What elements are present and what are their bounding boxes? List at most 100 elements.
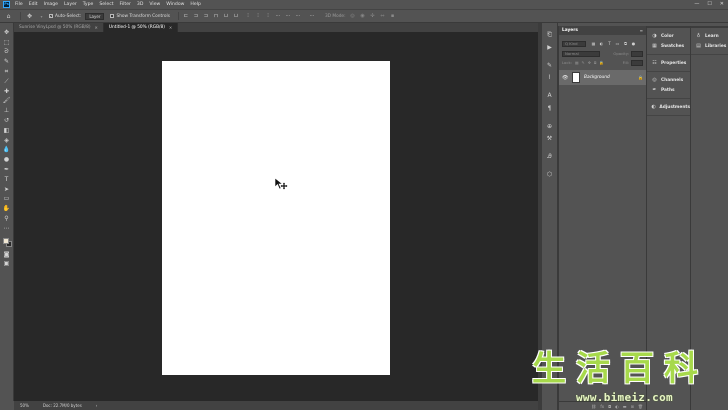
more-options-icon[interactable]: ···: [307, 13, 317, 19]
brush-settings-icon[interactable]: ✎: [545, 61, 554, 70]
canvas-workspace[interactable]: [14, 32, 538, 401]
lock-position-icon[interactable]: ✥: [588, 60, 591, 65]
chevron-down-icon[interactable]: ▾: [37, 12, 46, 21]
clone-stamp-tool-icon[interactable]: ⊥: [2, 106, 12, 116]
lasso-tool-icon[interactable]: ᘐ: [2, 48, 12, 58]
lock-artboard-icon[interactable]: ⧈: [594, 60, 596, 65]
menu-type[interactable]: Type: [83, 2, 94, 7]
pen-tool-icon[interactable]: ✒: [2, 165, 12, 175]
move-tool-preset-icon[interactable]: ✥: [25, 12, 34, 21]
foreground-color-swatch[interactable]: [2, 237, 9, 244]
align-left-icon[interactable]: ⊏: [183, 13, 189, 19]
lock-all-icon[interactable]: 🔒: [599, 60, 604, 65]
eraser-tool-icon[interactable]: ◧: [2, 126, 12, 136]
marquee-tool-icon[interactable]: ⬚: [2, 38, 12, 48]
align-vcenter-icon[interactable]: ⊔: [223, 13, 229, 19]
paint-bucket-tool-icon[interactable]: ◈: [2, 136, 12, 146]
menu-window[interactable]: Window: [166, 2, 184, 7]
healing-brush-tool-icon[interactable]: ✚: [2, 87, 12, 97]
close-icon[interactable]: ✕: [169, 25, 172, 30]
status-menu-arrow-icon[interactable]: ›: [96, 403, 98, 408]
dodge-tool-icon[interactable]: ●: [2, 155, 12, 165]
menu-layer[interactable]: Layer: [64, 2, 77, 7]
menu-filter[interactable]: Filter: [120, 2, 131, 7]
distribute-vcenter-icon[interactable]: ⫶: [255, 13, 261, 19]
properties-panel-button[interactable]: ☷ Properties: [647, 58, 690, 68]
tool-presets-icon[interactable]: ⚒: [545, 134, 554, 143]
menu-view[interactable]: View: [149, 2, 160, 7]
path-selection-tool-icon[interactable]: ➤: [2, 185, 12, 195]
screen-mode-icon[interactable]: ▣: [2, 260, 12, 270]
3d-panel-icon[interactable]: ⬡: [545, 170, 554, 179]
history-panel-icon[interactable]: ⎗: [545, 31, 554, 40]
maximize-button[interactable]: ☐: [707, 1, 711, 7]
eyedropper-tool-icon[interactable]: ⟋: [2, 77, 12, 87]
clone-source-icon[interactable]: ⊕: [545, 122, 554, 131]
swatches-panel-button[interactable]: ▦ Swatches: [647, 41, 690, 51]
layer-kind-filter[interactable]: Q Kind: [562, 40, 586, 47]
panel-menu-icon[interactable]: ≡: [640, 28, 643, 33]
close-icon[interactable]: ✕: [95, 25, 98, 30]
align-bottom-icon[interactable]: ⊔: [233, 13, 239, 19]
color-swatches[interactable]: [2, 236, 12, 248]
libraries-panel-button[interactable]: ▤ Libraries: [691, 41, 728, 51]
menu-file[interactable]: File: [15, 2, 23, 7]
brush-tool-icon[interactable]: 🖌: [2, 97, 12, 107]
character-panel-icon[interactable]: A: [545, 91, 554, 100]
adjustments-panel-button[interactable]: ◐ Adjustments: [647, 102, 691, 112]
distribute-left-icon[interactable]: ⋯: [275, 13, 281, 19]
document-canvas[interactable]: [162, 61, 390, 375]
minimize-button[interactable]: —: [694, 1, 699, 7]
menu-edit[interactable]: Edit: [29, 2, 38, 7]
distribute-right-icon[interactable]: ⋯: [295, 13, 301, 19]
blend-mode-dropdown[interactable]: Normal: [562, 50, 600, 57]
align-hcenter-icon[interactable]: ⊐: [193, 13, 199, 19]
visibility-eye-icon[interactable]: 👁: [562, 75, 568, 81]
distribute-top-icon[interactable]: ⫶: [245, 13, 251, 19]
menu-image[interactable]: Image: [44, 2, 58, 7]
edit-toolbar-icon[interactable]: ⋯: [2, 224, 12, 234]
lock-paint-icon[interactable]: ✎: [582, 60, 585, 65]
brushes-panel-icon[interactable]: ⌇: [545, 73, 554, 82]
channels-panel-button[interactable]: ◎ Channels: [647, 75, 690, 85]
menu-select[interactable]: Select: [99, 2, 113, 7]
pan-3d-icon[interactable]: ✣: [370, 13, 376, 19]
tab-layers[interactable]: Layers: [562, 28, 578, 33]
zoom-tool-icon[interactable]: ⚲: [2, 214, 12, 224]
scale-3d-icon[interactable]: ▪: [390, 13, 396, 19]
history-brush-tool-icon[interactable]: ↺: [2, 116, 12, 126]
actions-panel-icon[interactable]: ▶: [545, 43, 554, 52]
lock-pixels-icon[interactable]: ▦: [575, 60, 579, 65]
filter-toggle-icon[interactable]: ●: [631, 41, 636, 46]
align-top-icon[interactable]: ⊓: [213, 13, 219, 19]
tab-sunrise-vinyl[interactable]: Sunrise VinyLpsd @ 50% (RGB/8) ✕: [14, 23, 104, 32]
tab-untitled-1[interactable]: Untitled-1 @ 50% (RGB/8) ✕: [103, 23, 179, 32]
paths-panel-button[interactable]: ✒ Paths: [647, 85, 690, 95]
opacity-input[interactable]: [631, 50, 643, 57]
adjustment-filter-icon[interactable]: ◐: [599, 41, 604, 46]
layer-name[interactable]: Background: [584, 75, 638, 80]
crop-tool-icon[interactable]: ⌗: [2, 67, 12, 77]
menu-help[interactable]: Help: [190, 2, 200, 7]
quick-mask-icon[interactable]: ◙: [2, 250, 12, 260]
shape-filter-icon[interactable]: ▭: [615, 41, 620, 46]
glyphs-panel-icon[interactable]: Ꭿ: [545, 152, 554, 161]
learn-panel-button[interactable]: ♁ Learn: [691, 31, 728, 41]
blur-tool-icon[interactable]: 💧: [2, 146, 12, 156]
pixel-filter-icon[interactable]: ▦: [591, 41, 596, 46]
type-tool-icon[interactable]: T: [2, 175, 12, 185]
roll-3d-icon[interactable]: ◉: [360, 13, 366, 19]
quick-select-tool-icon[interactable]: ✎: [2, 57, 12, 67]
hand-tool-icon[interactable]: ✋: [2, 204, 12, 214]
home-icon[interactable]: ⌂: [4, 12, 13, 21]
auto-select-checkbox[interactable]: ✓: [49, 14, 53, 18]
move-tool-icon[interactable]: ✥: [2, 28, 12, 38]
smart-object-filter-icon[interactable]: ⧉: [623, 41, 628, 46]
zoom-level[interactable]: 50%: [20, 403, 29, 408]
color-panel-button[interactable]: ◑ Color: [647, 31, 690, 41]
fill-input[interactable]: [631, 59, 643, 66]
align-right-icon[interactable]: ⊐: [203, 13, 209, 19]
distribute-bottom-icon[interactable]: ⫶: [265, 13, 271, 19]
slide-3d-icon[interactable]: ⇔: [380, 13, 386, 19]
menu-3d[interactable]: 3D: [137, 2, 143, 7]
